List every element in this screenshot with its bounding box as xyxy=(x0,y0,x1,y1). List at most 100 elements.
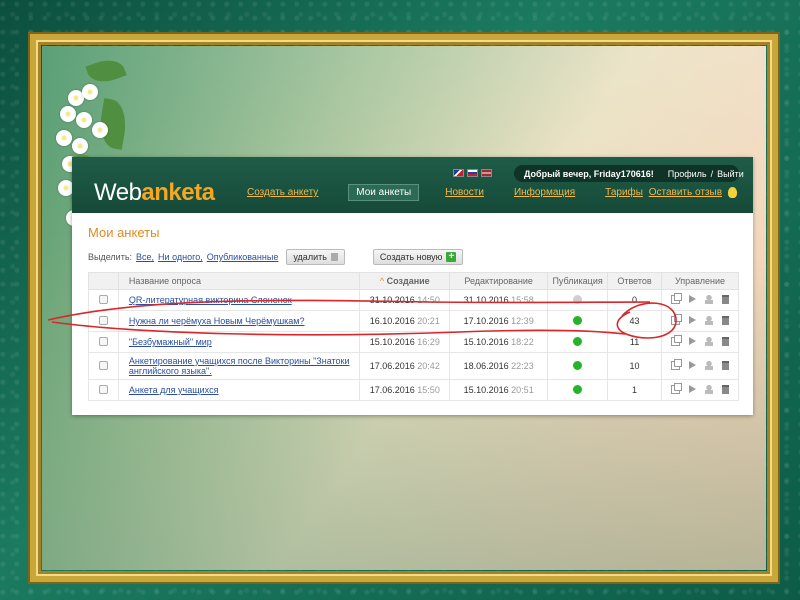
copy-icon[interactable] xyxy=(671,358,682,370)
row-checkbox[interactable] xyxy=(98,360,108,370)
user-icon[interactable] xyxy=(705,315,713,325)
created-date: 31.10.2016 xyxy=(369,295,415,305)
created-time: 14:50 xyxy=(417,295,440,305)
answers-count: 0 xyxy=(607,289,663,311)
edited-date: 18.06.2016 xyxy=(463,361,509,371)
table-row: Нужна ли черёмуха Новым Черёмушкам? 16.1… xyxy=(88,310,739,332)
user-icon[interactable] xyxy=(705,360,713,370)
answers-header[interactable]: Ответов xyxy=(607,272,663,290)
russian-flag-icon[interactable] xyxy=(467,169,478,177)
survey-link[interactable]: Нужна ли черёмуха Новым Черёмушкам? xyxy=(129,316,305,326)
greeting-text: Добрый вечер, Friday170616! xyxy=(524,168,654,179)
separator: / xyxy=(710,168,714,179)
created-time: 16:29 xyxy=(417,337,440,347)
nav-my-surveys[interactable]: Мои анкеты xyxy=(348,184,420,201)
trash-icon[interactable] xyxy=(722,294,729,304)
table-row: Анкетирование учащихся после Викторины "… xyxy=(88,352,739,380)
edited-date: 15.10.2016 xyxy=(463,385,509,395)
row-checkbox[interactable] xyxy=(98,315,108,325)
row-actions xyxy=(671,382,729,394)
checkbox-header xyxy=(88,272,119,290)
edited-date: 31.10.2016 xyxy=(463,295,509,305)
sort-arrow-icon: ^ xyxy=(379,276,385,286)
table-row: QR-литературная викторина Слоненок 31.10… xyxy=(88,289,739,311)
select-published-link[interactable]: Опубликованные xyxy=(207,252,279,262)
select-label: Выделить: xyxy=(88,252,133,262)
trash-icon[interactable] xyxy=(722,336,729,346)
name-header[interactable]: Название опроса xyxy=(117,272,361,290)
unpublished-status-icon[interactable] xyxy=(573,294,583,304)
english-flag-icon[interactable] xyxy=(453,169,464,177)
trash-icon[interactable] xyxy=(722,384,729,394)
edited-time: 15:58 xyxy=(511,295,534,305)
nav-info[interactable]: Информация xyxy=(514,187,575,204)
play-icon[interactable] xyxy=(689,361,696,369)
published-status-icon[interactable] xyxy=(573,315,583,325)
latvian-flag-icon[interactable] xyxy=(481,169,492,177)
table-row: Анкета для учащихся 17.06.2016 15:50 15.… xyxy=(88,379,739,401)
user-icon[interactable] xyxy=(705,294,713,304)
edited-time: 12:39 xyxy=(511,316,534,326)
trash-icon[interactable] xyxy=(722,360,729,370)
copy-icon[interactable] xyxy=(671,334,682,346)
plus-icon: + xyxy=(446,252,457,262)
feedback-link[interactable]: Оставить отзыв xyxy=(649,187,722,198)
published-status-icon[interactable] xyxy=(573,360,583,370)
manage-header: Управление xyxy=(661,272,739,290)
row-actions xyxy=(671,292,729,304)
row-checkbox[interactable] xyxy=(98,294,108,304)
answers-count: 10 xyxy=(607,352,663,380)
play-icon[interactable] xyxy=(689,316,696,324)
created-date: 16.10.2016 xyxy=(369,316,415,326)
delete-button[interactable]: удалить xyxy=(286,249,345,265)
selection-toolbar: Выделить: Все, Ни одного, Опубликованные… xyxy=(88,249,464,265)
published-header[interactable]: Публикация xyxy=(547,272,609,290)
created-time: 20:42 xyxy=(417,361,440,371)
published-status-icon[interactable] xyxy=(573,384,583,394)
created-time: 20:21 xyxy=(417,316,440,326)
row-actions xyxy=(671,358,729,370)
row-actions xyxy=(671,334,729,346)
row-checkbox[interactable] xyxy=(98,384,108,394)
table-header-row: Название опроса ^ Создание Редактировани… xyxy=(88,272,739,290)
edited-header[interactable]: Редактирование xyxy=(449,272,549,290)
survey-link[interactable]: Анкетирование учащихся после Викторины "… xyxy=(129,356,350,376)
user-icon[interactable] xyxy=(705,384,713,394)
survey-link[interactable]: QR-литературная викторина Слоненок xyxy=(129,295,292,305)
published-status-icon[interactable] xyxy=(573,336,583,346)
play-icon[interactable] xyxy=(689,385,696,393)
survey-link[interactable]: Анкета для учащихся xyxy=(129,385,219,395)
user-greeting-bar: Добрый вечер, Friday170616! Профиль / Вы… xyxy=(514,165,744,182)
nav-news[interactable]: Новости xyxy=(445,187,484,204)
logout-link[interactable]: Выйти xyxy=(717,169,744,179)
trash-icon[interactable] xyxy=(722,315,729,325)
lightbulb-icon xyxy=(728,187,737,198)
copy-icon[interactable] xyxy=(671,292,682,304)
nav-tariffs[interactable]: Тарифы xyxy=(605,187,643,204)
feedback-area: Оставить отзыв xyxy=(649,187,737,198)
copy-icon[interactable] xyxy=(671,382,682,394)
main-nav: Создать анкету Мои анкеты Новости Информ… xyxy=(247,184,673,204)
edited-date: 17.10.2016 xyxy=(463,316,509,326)
create-new-button[interactable]: Создать новую + xyxy=(372,249,464,265)
created-header[interactable]: ^ Создание xyxy=(359,272,451,290)
play-icon[interactable] xyxy=(689,295,696,303)
play-icon[interactable] xyxy=(689,337,696,345)
site-logo[interactable]: Webanketa xyxy=(94,179,215,207)
webanketa-screenshot: Webanketa Добрый вечер, Friday170616! Пр… xyxy=(72,157,753,415)
nav-create-survey[interactable]: Создать анкету xyxy=(247,187,318,204)
edited-time: 20:51 xyxy=(511,385,534,395)
language-switcher xyxy=(453,169,492,177)
table-row: "Безбумажный" мир 15.10.2016 16:29 15.10… xyxy=(88,331,739,353)
select-none-link[interactable]: Ни одного, xyxy=(158,252,203,262)
row-checkbox[interactable] xyxy=(98,336,108,346)
survey-link[interactable]: "Безбумажный" мир xyxy=(129,337,212,347)
answers-count: 11 xyxy=(607,331,663,353)
copy-icon[interactable] xyxy=(671,313,682,325)
created-time: 15:50 xyxy=(417,385,440,395)
edited-date: 15.10.2016 xyxy=(463,337,509,347)
select-all-link[interactable]: Все, xyxy=(136,252,154,262)
user-icon[interactable] xyxy=(705,336,713,346)
profile-link[interactable]: Профиль xyxy=(668,169,707,179)
site-header: Webanketa Добрый вечер, Friday170616! Пр… xyxy=(72,157,753,213)
